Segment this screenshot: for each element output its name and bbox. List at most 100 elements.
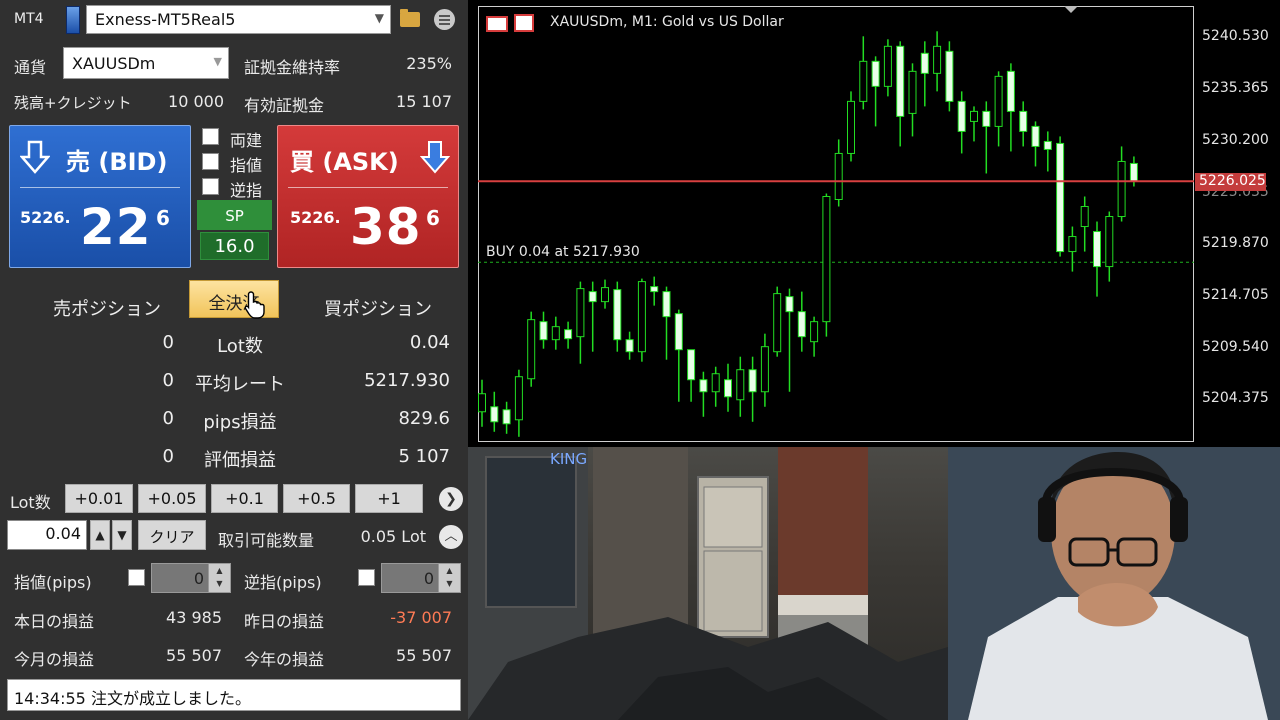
candle <box>1043 131 1052 172</box>
buy-button[interactable]: 買 (ASK) 5226. 38 6 <box>277 125 459 268</box>
stop-checkbox[interactable] <box>202 178 219 195</box>
candle <box>871 56 880 127</box>
lot-plus-01-button[interactable]: +0.1 <box>211 484 278 513</box>
candle-body <box>1129 162 1138 182</box>
sign-text: KING <box>550 450 587 468</box>
stop-pips-checkbox[interactable] <box>358 569 375 586</box>
price-chart[interactable]: XAUUSDm, M1: Gold vs US Dollar 5240.530 … <box>468 0 1280 447</box>
shift-marker-icon <box>1064 6 1078 13</box>
candle <box>994 71 1003 147</box>
candle-body <box>945 50 954 102</box>
sell-price-main: 22 <box>80 198 152 256</box>
spin-arrows-icon[interactable]: ▲ ▼ <box>438 564 460 592</box>
candle-body <box>970 110 978 122</box>
tradable-value: 0.05 Lot <box>360 527 426 546</box>
order-line-label: BUY 0.04 at 5217.930 <box>486 244 640 260</box>
chevron-down-icon: ▼ <box>374 11 384 25</box>
candle-body <box>1068 236 1077 253</box>
candle <box>564 321 573 349</box>
candle <box>687 349 696 402</box>
lot-plus-1-button[interactable]: +1 <box>355 484 423 513</box>
equity-value: 15 107 <box>396 92 452 111</box>
candle-body <box>527 319 536 380</box>
lot-down-button[interactable]: ▼ <box>112 520 132 550</box>
candle <box>970 106 978 142</box>
limit-pips-checkbox[interactable] <box>128 569 145 586</box>
candle <box>478 379 486 427</box>
candle-body <box>1043 140 1052 150</box>
candle <box>1031 121 1040 167</box>
month-pnl-value: 55 507 <box>166 646 222 665</box>
lot-input[interactable]: 0.04 <box>7 520 87 550</box>
candle <box>945 41 954 112</box>
balance-value: 10 000 <box>168 92 224 111</box>
lot-up-button[interactable]: ▲ <box>90 520 110 550</box>
folder-icon[interactable] <box>400 9 420 27</box>
clear-button[interactable]: クリア <box>138 520 206 550</box>
person-image <box>948 447 1280 720</box>
sell-price-sup: 6 <box>156 206 170 230</box>
candle-body <box>982 110 991 127</box>
candle-body <box>601 287 609 303</box>
candle-body <box>1031 125 1040 147</box>
lot-plus-001-button[interactable]: +0.01 <box>65 484 133 513</box>
candle-body <box>748 369 757 393</box>
hedge-checkbox[interactable] <box>202 128 219 145</box>
candle <box>982 101 991 174</box>
spread-label: SP <box>197 200 272 230</box>
candle-body <box>920 52 929 74</box>
stop-pips-input[interactable]: 0 ▲ ▼ <box>381 563 461 593</box>
buy-title: 買 (ASK) <box>290 148 399 176</box>
chevron-up-icon[interactable]: ︿ <box>439 525 463 549</box>
candle <box>810 316 819 357</box>
sell-avg-value: 0 <box>162 370 174 391</box>
lot-plus-005-button[interactable]: +0.05 <box>138 484 206 513</box>
candle <box>576 281 585 364</box>
candle-body <box>564 329 573 340</box>
candle <box>588 281 597 352</box>
candle <box>1006 63 1015 152</box>
sell-pnl-value: 0 <box>162 446 174 467</box>
candle-body <box>724 379 732 398</box>
lot-plus-05-button[interactable]: +0.5 <box>283 484 350 513</box>
symbol-select[interactable]: XAUUSDm ▼ <box>63 47 229 79</box>
candle-body <box>896 45 905 117</box>
candle <box>699 371 708 417</box>
candle-body <box>613 289 622 341</box>
candle-body <box>1006 70 1015 112</box>
candle-body <box>871 60 880 87</box>
buy-avg-value: 5217.930 <box>364 370 450 391</box>
candle-body <box>797 311 806 338</box>
stop-pips-value: 0 <box>423 569 434 588</box>
chevron-right-icon[interactable]: ❯ <box>439 487 463 511</box>
buy-price-sup: 6 <box>426 206 440 230</box>
menu-icon[interactable] <box>434 9 455 30</box>
equity-label: 有効証拠金 <box>244 96 325 115</box>
candle-body <box>994 75 1003 127</box>
candlestick-plot <box>478 6 1194 437</box>
candle-body <box>773 293 782 353</box>
sell-pips-value: 0 <box>162 408 174 429</box>
sell-lot-value: 0 <box>162 332 174 353</box>
stop-pips-label: 逆指(pips) <box>244 573 322 592</box>
candle-body <box>650 286 659 293</box>
candle <box>957 91 966 154</box>
candle <box>1117 146 1126 222</box>
candle <box>748 356 757 422</box>
candle <box>601 279 609 309</box>
row-label-lots: Lot数 <box>217 336 263 357</box>
sell-position-header: 売ポジション <box>53 299 161 320</box>
sell-button[interactable]: 売 (BID) 5226. 22 6 <box>9 125 191 268</box>
limit-pips-input[interactable]: 0 ▲ ▼ <box>151 563 231 593</box>
spin-arrows-icon[interactable]: ▲ ▼ <box>208 564 230 592</box>
candle <box>1080 196 1089 252</box>
limit-checkbox[interactable] <box>202 153 219 170</box>
arrow-down-icon <box>20 140 50 174</box>
candle <box>1093 221 1101 297</box>
current-price-tag: 5226.025 <box>1195 173 1266 191</box>
candle-body <box>637 281 646 353</box>
account-select[interactable]: Exness-MT5Real5 ▼ <box>86 5 391 34</box>
account-icon <box>66 6 80 34</box>
candle-body <box>957 100 966 132</box>
candle <box>711 366 720 407</box>
